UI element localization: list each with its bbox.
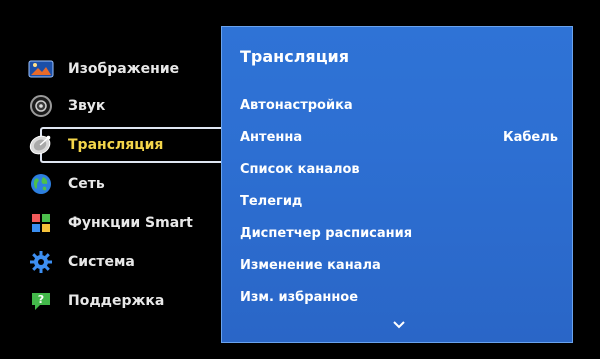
gear-icon	[28, 250, 54, 274]
cube-icon	[28, 211, 54, 235]
help-icon: ?	[28, 289, 54, 313]
menu-row-label: Телегид	[240, 193, 303, 209]
sidebar-item-broadcast[interactable]: Трансляция	[22, 128, 222, 162]
menu-row-label: Антенна	[240, 129, 303, 145]
sidebar-item-support[interactable]: ? Поддержка	[28, 286, 218, 316]
sidebar-item-label: Поддержка	[68, 293, 165, 309]
sidebar-item-label: Звук	[68, 98, 106, 114]
menu-row-antenna[interactable]: Антенна Кабель	[240, 121, 560, 153]
globe-icon	[28, 172, 54, 196]
menu-row-label: Изм. избранное	[240, 289, 359, 305]
satellite-dish-icon	[28, 133, 54, 157]
sidebar-item-system[interactable]: Система	[28, 247, 218, 277]
menu-row-value: Кабель	[502, 129, 558, 145]
sidebar-item-network[interactable]: Сеть	[28, 169, 218, 199]
menu-row-schedule-manager[interactable]: Диспетчер расписания	[240, 217, 560, 249]
menu-row-label: Список каналов	[240, 161, 360, 177]
sidebar-item-label: Изображение	[68, 61, 180, 77]
menu-row-label: Автонастройка	[240, 97, 353, 113]
svg-text:?: ?	[38, 293, 44, 306]
settings-list: Автонастройка Антенна Кабель Список кана…	[240, 89, 560, 313]
menu-row-channel-list[interactable]: Список каналов	[240, 153, 560, 185]
settings-panel: Трансляция Автонастройка Антенна Кабель …	[221, 26, 573, 343]
chevron-down-icon[interactable]	[392, 315, 406, 329]
menu-row-autotune[interactable]: Автонастройка	[240, 89, 560, 121]
sidebar-item-label: Сеть	[68, 176, 105, 192]
menu-row-label: Изменение канала	[240, 257, 381, 273]
panel-title: Трансляция	[240, 47, 350, 66]
sidebar-item-sound[interactable]: Звук	[28, 91, 218, 121]
menu-row-label: Диспетчер расписания	[240, 225, 413, 241]
menu-row-tv-guide[interactable]: Телегид	[240, 185, 560, 217]
menu-row-edit-favorites[interactable]: Изм. избранное	[240, 281, 560, 313]
sidebar-item-label: Функции Smart	[68, 215, 193, 231]
sidebar-menu: Изображение Звук Трансляция Сеть Функции…	[0, 0, 222, 359]
tv-settings-screen: Изображение Звук Трансляция Сеть Функции…	[0, 0, 600, 359]
speaker-icon	[28, 94, 54, 118]
sidebar-item-label: Трансляция	[68, 137, 164, 153]
sidebar-item-smart[interactable]: Функции Smart	[28, 208, 218, 238]
menu-row-edit-channel[interactable]: Изменение канала	[240, 249, 560, 281]
sidebar-item-label: Система	[68, 254, 135, 270]
picture-icon	[28, 57, 54, 81]
sidebar-item-picture[interactable]: Изображение	[28, 54, 218, 84]
